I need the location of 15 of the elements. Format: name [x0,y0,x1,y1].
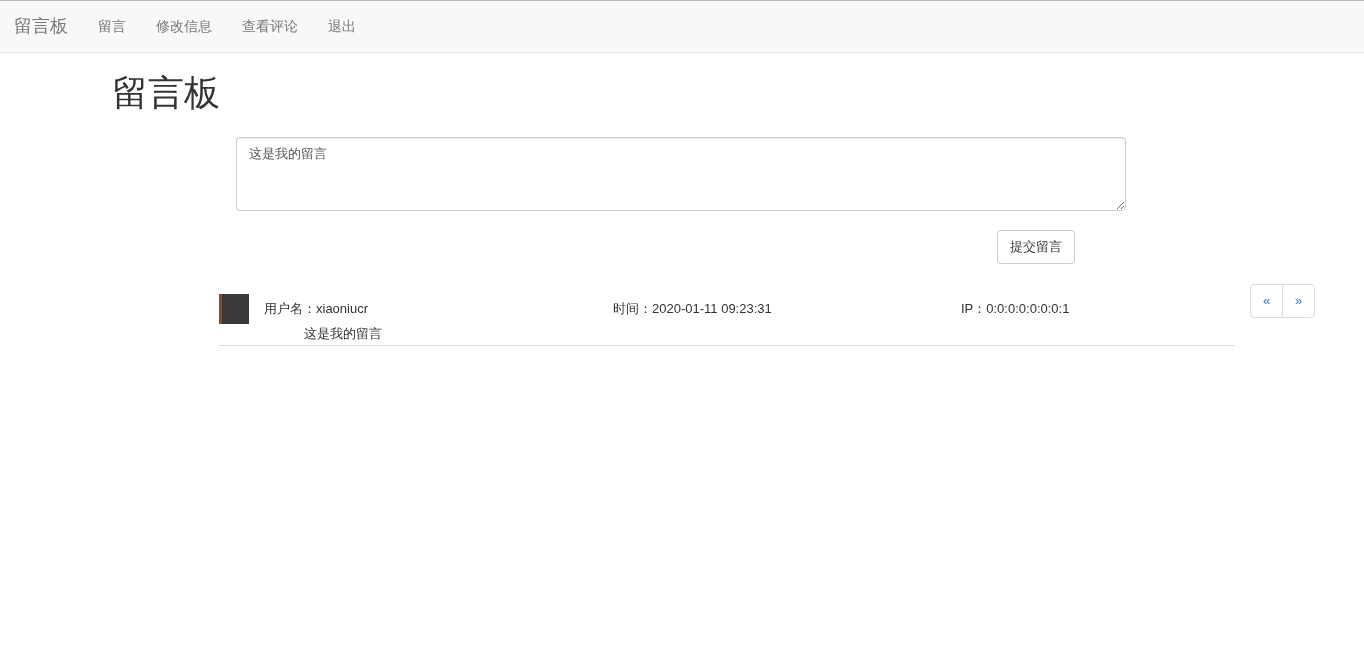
nav-link[interactable]: 留言 [83,16,141,37]
nav-link[interactable]: 查看评论 [227,16,313,37]
avatar-placeholder [219,294,249,324]
time-text: 时间：2020-01-11 09:23:31 [613,300,773,319]
username-text: 用户名：xiaoniucr [264,300,370,319]
nav-link[interactable]: 修改信息 [141,16,227,37]
ip-text: IP：0:0:0:0:0:0:0:1 [961,300,1070,319]
message-input[interactable]: 这是我的留言 [236,137,1126,211]
next-page-link[interactable]: » [1282,284,1315,318]
brand-link[interactable]: 留言板 [14,13,68,40]
submit-button[interactable]: 提交留言 [997,230,1075,264]
page-title: 留言板 [112,71,221,115]
comment-text: 这是我的留言 [304,325,383,343]
nav-link[interactable]: 退出 [313,16,371,37]
previous-page-link[interactable]: « [1250,284,1283,318]
